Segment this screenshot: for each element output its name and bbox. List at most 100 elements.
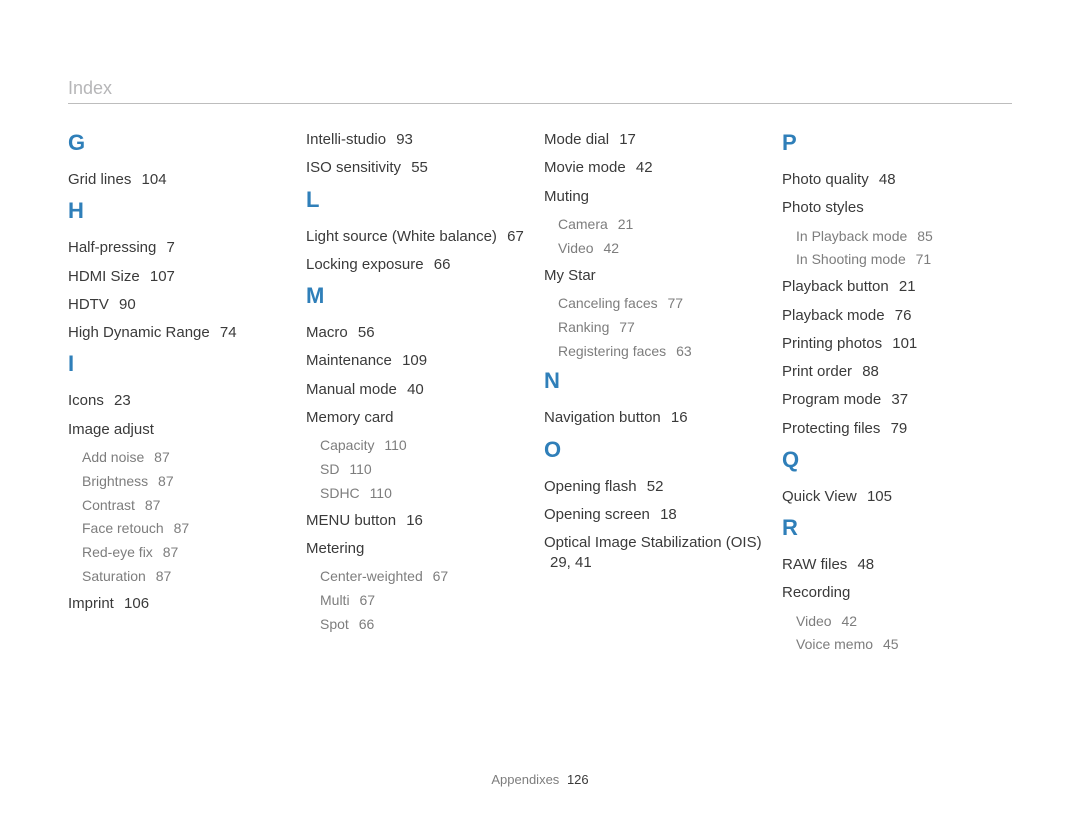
index-entry-label: Optical Image Stabilization (OIS) — [544, 534, 762, 551]
index-sub-entry: SD 110 — [320, 460, 530, 479]
index-sub-entry: Face retouch 87 — [82, 519, 292, 538]
index-sub-entry-page: 71 — [916, 251, 932, 267]
index-entry-label: RAW files — [782, 556, 847, 573]
index-entry: Quick View 105 — [782, 487, 1006, 507]
index-entry: Mode dial 17 — [544, 130, 768, 150]
index-entry-label: My Star — [544, 267, 596, 284]
index-entry-page: 16 — [671, 409, 688, 426]
index-entry-label: High Dynamic Range — [68, 324, 210, 341]
index-entry-page: 42 — [636, 159, 653, 176]
index-entry-page: 88 — [862, 363, 879, 380]
index-sub-entry: Contrast 87 — [82, 496, 292, 515]
index-entry: Icons 23 — [68, 391, 292, 411]
index-entry-label: MENU button — [306, 512, 396, 529]
index-entry-label: Imprint — [68, 595, 114, 612]
index-entry: Navigation button 16 — [544, 408, 768, 428]
index-entry-label: Light source (White balance) — [306, 228, 497, 245]
index-sub-entry-page: 85 — [917, 228, 933, 244]
index-entry-label: HDTV — [68, 296, 109, 313]
index-entry-label: ISO sensitivity — [306, 159, 401, 176]
index-sub-entry-label: Voice memo — [796, 636, 873, 652]
index-entry-label: HDMI Size — [68, 268, 140, 285]
index-sub-entry-page: 87 — [163, 544, 179, 560]
index-entry: Opening screen 18 — [544, 505, 768, 525]
index-sub-entry-page: 77 — [619, 319, 635, 335]
index-sub-entry: In Shooting mode 71 — [796, 250, 1006, 269]
index-sub-entry-page: 21 — [618, 216, 634, 232]
index-entry: Playback button 21 — [782, 277, 1006, 297]
index-entry: Photo quality 48 — [782, 170, 1006, 190]
index-entry-label: Program mode — [782, 391, 881, 408]
index-entry: HDMI Size 107 — [68, 267, 292, 287]
index-entry-page: 76 — [895, 307, 912, 324]
index-sub-entry: Voice memo 45 — [796, 635, 1006, 654]
index-sub-entry: Video 42 — [796, 612, 1006, 631]
index-sub-entry-label: Multi — [320, 592, 350, 608]
index-sub-entry-label: SD — [320, 461, 339, 477]
footer-label: Appendixes — [491, 772, 559, 787]
index-entry-label: Icons — [68, 392, 104, 409]
index-entry-page: 40 — [407, 381, 424, 398]
index-sub-entry: Ranking 77 — [558, 318, 768, 337]
index-sub-entry-label: Canceling faces — [558, 295, 658, 311]
index-entry-label: Recording — [782, 584, 850, 601]
index-entry-page: 7 — [167, 239, 175, 256]
index-entry: Protecting files 79 — [782, 419, 1006, 439]
index-entry: Locking exposure 66 — [306, 255, 530, 275]
index-sub-entry-page: 63 — [676, 343, 692, 359]
index-entry-label: Grid lines — [68, 171, 131, 188]
index-sub-entry-page: 67 — [359, 592, 375, 608]
index-sub-entry-label: Capacity — [320, 437, 374, 453]
index-entry: Photo styles — [782, 198, 1006, 218]
index-sub-entry-page: 45 — [883, 636, 899, 652]
index-entry-label: Print order — [782, 363, 852, 380]
index-sub-entry-label: Saturation — [82, 568, 146, 584]
index-entry-page: 55 — [411, 159, 428, 176]
index-sub-entry-label: Contrast — [82, 497, 135, 513]
index-section-letter: Q — [782, 447, 1006, 473]
index-entry: My Star — [544, 266, 768, 286]
index-entry-page: 21 — [899, 278, 916, 295]
index-entry: Opening flash 52 — [544, 477, 768, 497]
index-entry: HDTV 90 — [68, 295, 292, 315]
index-entry-page: 107 — [150, 268, 175, 285]
index-entry-page: 109 — [402, 352, 427, 369]
index-entry-label: Manual mode — [306, 381, 397, 398]
index-section-letter: L — [306, 187, 530, 213]
index-entry: Light source (White balance) 67 — [306, 227, 530, 247]
index-entry-page: 74 — [220, 324, 237, 341]
index-sub-entry-label: Add noise — [82, 449, 144, 465]
index-sub-entry-label: SDHC — [320, 485, 360, 501]
index-entry-label: Intelli-studio — [306, 131, 386, 148]
index-entry: Half-pressing 7 — [68, 238, 292, 258]
index-entry-page: 106 — [124, 595, 149, 612]
index-entry: Memory card — [306, 408, 530, 428]
index-sub-entry-page: 87 — [156, 568, 172, 584]
index-sub-entry-page: 42 — [841, 613, 857, 629]
document-page: Index GGrid lines 104HHalf-pressing 7HDM… — [0, 0, 1080, 815]
index-entry-page: 17 — [619, 131, 636, 148]
index-section-letter: N — [544, 368, 768, 394]
index-sub-entry-page: 42 — [603, 240, 619, 256]
index-entry-label: Locking exposure — [306, 256, 424, 273]
index-sub-entry: Multi 67 — [320, 591, 530, 610]
index-entry-label: Metering — [306, 540, 364, 557]
index-entry-label: Half-pressing — [68, 239, 156, 256]
index-entry-label: Playback mode — [782, 307, 885, 324]
index-entry-label: Protecting files — [782, 420, 880, 437]
index-sub-entry: Registering faces 63 — [558, 342, 768, 361]
index-column: GGrid lines 104HHalf-pressing 7HDMI Size… — [68, 122, 306, 769]
index-entry: Imprint 106 — [68, 594, 292, 614]
index-entry-label: Playback button — [782, 278, 889, 295]
index-entry-page: 93 — [396, 131, 413, 148]
footer-page-number: 126 — [567, 772, 589, 787]
index-entry: Recording — [782, 583, 1006, 603]
index-entry: Program mode 37 — [782, 390, 1006, 410]
index-sub-entry: Saturation 87 — [82, 567, 292, 586]
index-entry-page: 90 — [119, 296, 136, 313]
index-entry-page: 23 — [114, 392, 131, 409]
index-sub-entry-page: 67 — [433, 568, 449, 584]
index-entry-label: Navigation button — [544, 409, 661, 426]
index-section-letter: R — [782, 515, 1006, 541]
page-title: Index — [68, 78, 112, 99]
